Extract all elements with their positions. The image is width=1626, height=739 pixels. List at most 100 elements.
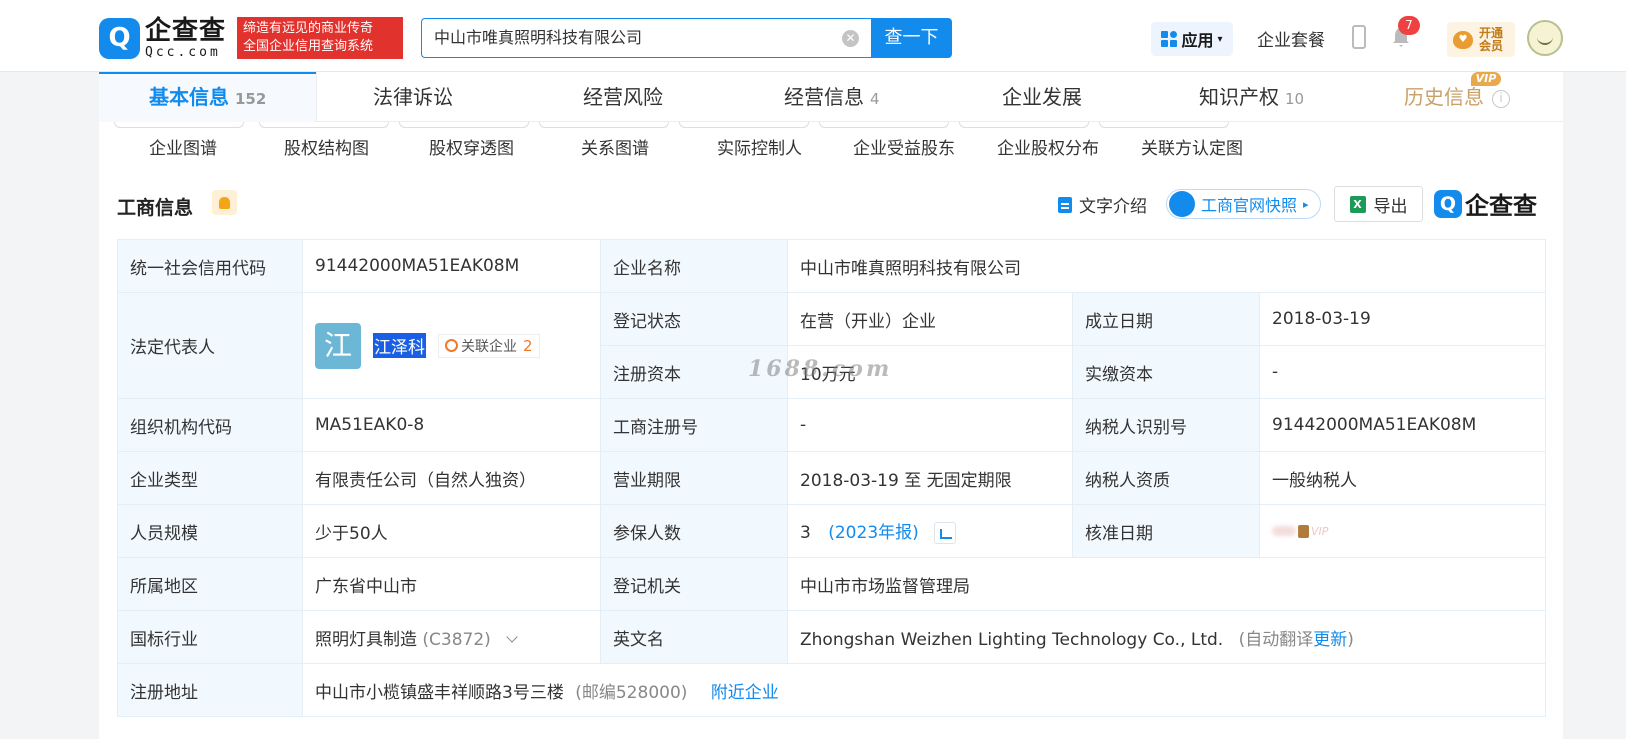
biz-term-value: 2018-03-19 至 无固定期限 <box>787 451 1073 505</box>
biz-reg-no-value: - <box>787 398 1073 452</box>
watermark: 1688.com <box>748 356 893 382</box>
industry-cell[interactable]: 照明灯具制造 (C3872) <box>302 610 601 664</box>
vip-line2: 会员 <box>1479 38 1504 53</box>
subtab-equity-penetration[interactable]: 股权穿透图 <box>429 134 514 159</box>
postcode: (邮编528000) <box>575 682 688 703</box>
app-menu-button[interactable]: 应用 ▾ <box>1151 22 1233 56</box>
qcc-logo[interactable]: Q 企查查 Qcc.com <box>99 17 226 59</box>
qcc-logo-icon: Q <box>99 17 140 59</box>
subtab-related-party[interactable]: 关联方认定图 <box>1141 134 1243 159</box>
company-name-label: 企业名称 <box>600 239 788 293</box>
tab-legal[interactable]: 法律诉讼 <box>373 72 453 122</box>
search-input[interactable]: 中山市唯真照明科技有限公司 <box>421 18 872 58</box>
legal-rep-name[interactable]: 江泽科 <box>373 333 426 358</box>
update-link[interactable]: 更新 <box>1313 630 1347 650</box>
table-row: 组织机构代码 MA51EAK0-8 工商注册号 - 纳税人识别号 9144200… <box>117 398 1546 452</box>
document-icon <box>1058 196 1072 213</box>
company-type-value: 有限责任公司（自然人独资） <box>302 451 601 505</box>
english-name-cell: Zhongshan Weizhen Lighting Technology Co… <box>787 610 1546 664</box>
subtab-equity-distribution[interactable]: 企业股权分布 <box>997 134 1099 159</box>
tab-risk[interactable]: 经营风险 <box>583 72 663 122</box>
approve-date-value[interactable]: VIP <box>1259 504 1546 558</box>
vip-heart-icon: ♥ <box>1453 30 1473 49</box>
notification-badge: 7 <box>1398 16 1420 35</box>
subtab-card-edges <box>99 122 1563 130</box>
taxpayer-qual-value: 一般纳税人 <box>1259 451 1546 505</box>
table-row: 人员规模 少于50人 参保人数 3 (2023年报) 核准日期 VIP <box>117 504 1546 558</box>
staff-size-value: 少于50人 <box>302 504 601 558</box>
subtab-actual-controller[interactable]: 实际控制人 <box>717 134 802 159</box>
approve-date-label: 核准日期 <box>1072 504 1260 558</box>
subtab-company-graph[interactable]: 企业图谱 <box>149 134 217 159</box>
taxpayer-id-value: 91442000MA51EAK08M <box>1259 398 1546 452</box>
text-intro-button[interactable]: 文字介绍 <box>1058 192 1147 217</box>
reg-status-value: 在营（开业）企业 <box>787 292 1073 346</box>
subtab-relation-graph[interactable]: 关系图谱 <box>581 134 649 159</box>
table-row: 统一社会信用代码 91442000MA51EAK08M 企业名称 中山市唯真照明… <box>117 239 1546 293</box>
qcc-brand-icon: Q <box>1434 189 1462 218</box>
address-label: 注册地址 <box>117 663 303 717</box>
main-content: 基本信息 152 法律诉讼 经营风险 经营信息 4 企业发展 知识产权 10 历史信息… <box>99 72 1563 739</box>
paid-capital-value: - <box>1259 345 1546 399</box>
subtab-equity-structure[interactable]: 股权结构图 <box>284 134 369 159</box>
trend-chart-icon[interactable] <box>934 522 957 544</box>
approve-vip-mark: VIP <box>1311 524 1329 538</box>
found-date-label: 成立日期 <box>1072 292 1260 346</box>
insured-cell: 3 (2023年报) <box>787 504 1073 558</box>
staff-size-label: 人员规模 <box>117 504 303 558</box>
business-info-table: 统一社会信用代码 91442000MA51EAK08M 企业名称 中山市唯真照明… <box>117 239 1546 717</box>
app-menu-label: 应用 <box>1181 31 1214 50</box>
grid-icon <box>1161 31 1178 47</box>
lock-icon <box>1298 524 1309 538</box>
snapshot-icon <box>1169 191 1195 217</box>
graph-subtabs: 企业图谱 股权结构图 股权穿透图 关系图谱 实际控制人 企业受益股东 企业股权分… <box>99 134 1563 164</box>
gov-snapshot-button[interactable]: 工商官网快照 ▸ <box>1166 189 1321 219</box>
logo-text: 企查查 <box>145 15 227 46</box>
tab-operation[interactable]: 经营信息 4 <box>784 72 880 122</box>
english-name-value: Zhongshan Weizhen Lighting Technology Co… <box>800 629 1224 650</box>
credit-code-value: 91442000MA51EAK08M <box>302 239 601 293</box>
region-label: 所属地区 <box>117 557 303 611</box>
table-row: 所属地区 广东省中山市 登记机关 中山市市场监督管理局 <box>117 557 1546 611</box>
taxpayer-id-label: 纳税人识别号 <box>1072 398 1260 452</box>
monitor-bell-icon[interactable] <box>212 190 237 215</box>
qcc-brand-text: 企查查 <box>1465 192 1537 220</box>
legal-rep-avatar[interactable]: 江 <box>315 322 361 369</box>
company-type-label: 企业类型 <box>117 451 303 505</box>
user-avatar[interactable] <box>1527 20 1563 56</box>
logo-sub: Qcc.com <box>145 44 221 60</box>
table-row: 国标行业 照明灯具制造 (C3872) 英文名 Zhongshan Weizhe… <box>117 610 1546 664</box>
nearby-companies-link[interactable]: 附近企业 <box>711 683 779 703</box>
industry-code: (C3872) <box>422 629 491 650</box>
open-vip-button[interactable]: ♥ 开通 会员 <box>1447 22 1515 57</box>
biz-reg-no-label: 工商注册号 <box>600 398 788 452</box>
enterprise-package-link[interactable]: 企业套餐 <box>1257 26 1325 51</box>
phone-icon[interactable] <box>1352 25 1366 49</box>
org-code-label: 组织机构代码 <box>117 398 303 452</box>
chevron-down-icon[interactable] <box>506 630 518 643</box>
found-date-value: 2018-03-19 <box>1259 292 1546 346</box>
paid-capital-label: 实缴资本 <box>1072 345 1260 399</box>
reg-authority-value: 中山市市场监督管理局 <box>787 557 1546 611</box>
search-button[interactable]: 查一下 <box>871 18 952 58</box>
clear-icon[interactable]: ✕ <box>842 30 859 47</box>
related-company-tag[interactable]: 关联企业 2 <box>438 333 540 358</box>
auto-translate-note: (自动翻译 <box>1238 629 1314 650</box>
gov-snapshot-label: 工商官网快照 <box>1201 196 1298 215</box>
address-cell: 中山市小榄镇盛丰祥顺路3号三楼 (邮编528000) 附近企业 <box>302 663 1546 717</box>
region-value: 广东省中山市 <box>302 557 601 611</box>
vip-line1: 开通 <box>1479 25 1504 40</box>
table-row: 企业类型 有限责任公司（自然人独资） 营业期限 2018-03-19 至 无固定… <box>117 451 1546 505</box>
tab-basic-info[interactable]: 基本信息 152 <box>99 72 318 122</box>
slogan-line2: 全国企业信用查询系统 <box>243 39 374 54</box>
insured-year-link[interactable]: (2023年报) <box>828 523 919 543</box>
subtab-beneficial-owner[interactable]: 企业受益股东 <box>853 134 955 159</box>
section-title: 工商信息 <box>117 197 194 219</box>
legal-rep-cell: 江 江泽科 关联企业 2 <box>302 292 601 399</box>
top-bar: Q 企查查 Qcc.com 缔造有远见的商业传奇 全国企业信用查询系统 中山市唯… <box>0 0 1626 72</box>
tab-development[interactable]: 企业发展 <box>1002 72 1082 122</box>
qcc-brand: Q 企查查 <box>1434 186 1537 221</box>
slogan-line1: 缔造有远见的商业传奇 <box>243 21 374 36</box>
export-button[interactable]: X 导出 <box>1334 186 1423 222</box>
tab-ip[interactable]: 知识产权 10 <box>1199 72 1304 122</box>
